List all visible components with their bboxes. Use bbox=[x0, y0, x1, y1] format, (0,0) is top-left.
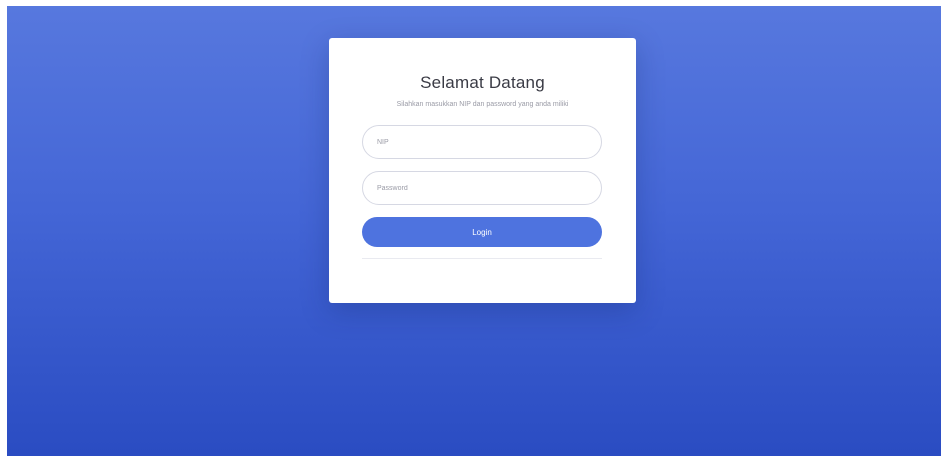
login-card: Selamat Datang Silahkan masukkan NIP dan… bbox=[329, 38, 636, 303]
page-title: Selamat Datang bbox=[420, 73, 545, 92]
login-button[interactable]: Login bbox=[362, 217, 602, 247]
divider bbox=[362, 258, 602, 259]
password-input[interactable] bbox=[362, 171, 602, 205]
login-instructions: Silahkan masukkan NIP dan password yang … bbox=[396, 101, 569, 108]
page-background: Selamat Datang Silahkan masukkan NIP dan… bbox=[7, 6, 941, 456]
nip-input[interactable] bbox=[362, 125, 602, 159]
